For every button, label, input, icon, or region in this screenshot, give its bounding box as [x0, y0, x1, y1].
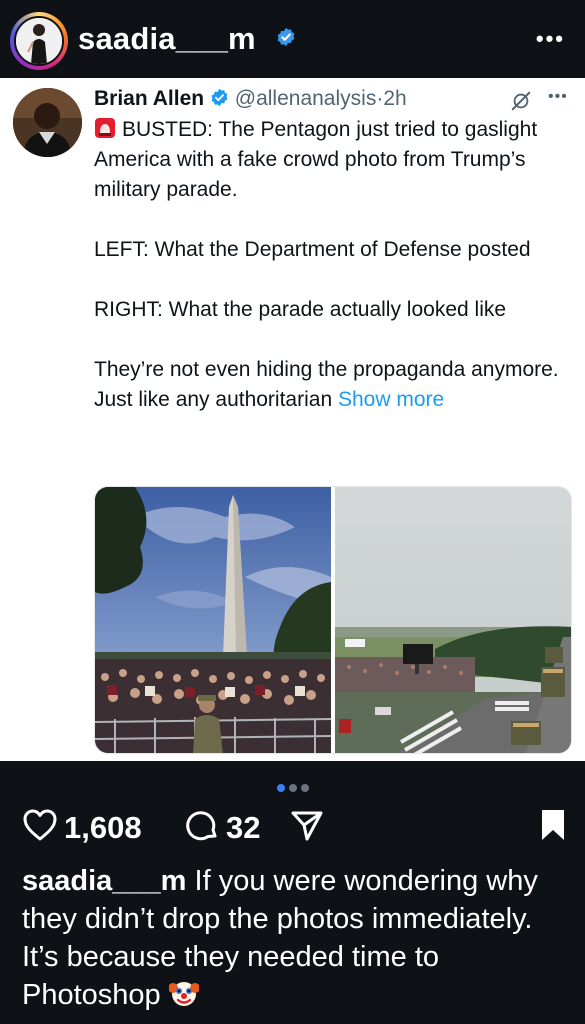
post-caption: saadia___m If you were wondering why the…: [22, 862, 567, 1018]
more-horizontal-icon[interactable]: •••: [536, 26, 565, 52]
share-send-icon[interactable]: [290, 808, 324, 847]
carousel-dot[interactable]: [288, 784, 297, 792]
tweet-card: Brian Allen @allenanalysis·2h ••• BUSTED…: [0, 78, 585, 761]
avatar[interactable]: [14, 16, 64, 66]
comment-count[interactable]: 32: [226, 810, 260, 846]
grok-icon[interactable]: [510, 90, 532, 117]
save-action: [539, 808, 567, 847]
carousel-dot[interactable]: [300, 784, 309, 792]
tweet-timestamp[interactable]: 2h: [383, 87, 406, 110]
clown-face-emoji: [167, 978, 200, 1018]
carousel-indicator: [0, 779, 585, 797]
bookmark-icon[interactable]: [539, 808, 567, 847]
post-header: saadia___m •••: [0, 0, 585, 78]
comment-icon[interactable]: [186, 808, 220, 847]
tweet-text: BUSTED: The Pentagon just tried to gasli…: [94, 115, 564, 415]
verified-badge-icon: [210, 86, 229, 112]
photo-washington-monument-crowd[interactable]: [95, 487, 331, 753]
action-bar: 1,608 32: [22, 808, 567, 850]
caption-username[interactable]: saadia___m: [22, 865, 186, 897]
share-action: [290, 808, 324, 847]
tweet-paragraph: LEFT: What the Department of Defense pos…: [94, 238, 531, 261]
like-action: 1,608: [22, 808, 142, 847]
tweet-author-avatar[interactable]: [13, 88, 82, 157]
tweet-more-icon[interactable]: •••: [548, 88, 568, 106]
tweet-author-handle[interactable]: @allenanalysis: [235, 87, 377, 110]
username[interactable]: saadia___m: [78, 21, 256, 57]
carousel-dot-active[interactable]: [276, 784, 285, 792]
comment-action: 32: [186, 808, 260, 847]
verified-badge-icon: [276, 27, 296, 52]
police-light-emoji: [94, 117, 116, 139]
tweet-paragraph: RIGHT: What the parade actually looked l…: [94, 298, 507, 321]
tweet-paragraph: BUSTED: The Pentagon just tried to gasli…: [94, 117, 538, 201]
show-more-link[interactable]: Show more: [338, 388, 444, 411]
story-ring[interactable]: [10, 12, 68, 70]
tweet-media-grid: [94, 486, 572, 754]
tweet-header: Brian Allen @allenanalysis·2h: [94, 86, 407, 112]
like-count[interactable]: 1,608: [64, 810, 142, 846]
tweet-paragraph: They’re not even hiding the propaganda a…: [94, 358, 559, 411]
heart-icon[interactable]: [22, 808, 58, 847]
tweet-author-name[interactable]: Brian Allen: [94, 87, 204, 110]
photo-parade-aerial[interactable]: [335, 487, 571, 753]
